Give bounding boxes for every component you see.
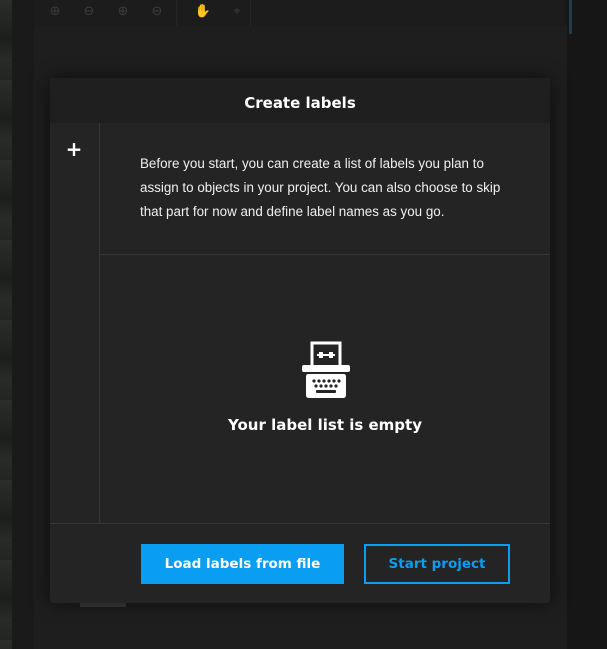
zoom-in-icon: ⊕ [49,4,61,19]
toolbar-divider [250,0,251,26]
zoom-fit-icon: ⊕ [117,4,129,19]
background-scroll-hint [80,603,126,607]
crosshair-icon: ⌖ [233,4,241,19]
toolbar-divider [176,0,177,26]
labels-content: Before you start, you can create a list … [100,123,550,523]
empty-state: Your label list is empty [100,255,550,523]
intro-section: Before you start, you can create a list … [100,123,550,255]
create-labels-modal: Create labels + Before you start, you ca… [50,78,550,603]
modal-header: Create labels [50,78,550,123]
modal-footer: Load labels from file Start project [50,524,550,603]
background-right-panel [567,0,607,649]
intro-text: Before you start, you can create a list … [140,156,501,219]
background-toolbar: ⊕ ⊖ ⊕ ⊖ ✋ ⌖ [34,0,564,26]
modal-title: Create labels [244,94,356,112]
label-toolbar: + [50,123,100,523]
modal-body: + Before you start, you can create a lis… [50,123,550,524]
zoom-out-icon: ⊖ [83,4,95,19]
background-edge-accent [569,0,572,34]
start-project-button[interactable]: Start project [364,544,510,584]
empty-list-message: Your label list is empty [227,416,422,434]
hand-icon: ✋ [194,4,212,19]
background-image-strip [0,0,12,649]
typewriter-icon [302,341,350,398]
add-label-icon[interactable]: + [62,137,86,161]
zoom-reset-icon: ⊖ [151,4,163,19]
load-labels-button[interactable]: Load labels from file [141,544,344,584]
